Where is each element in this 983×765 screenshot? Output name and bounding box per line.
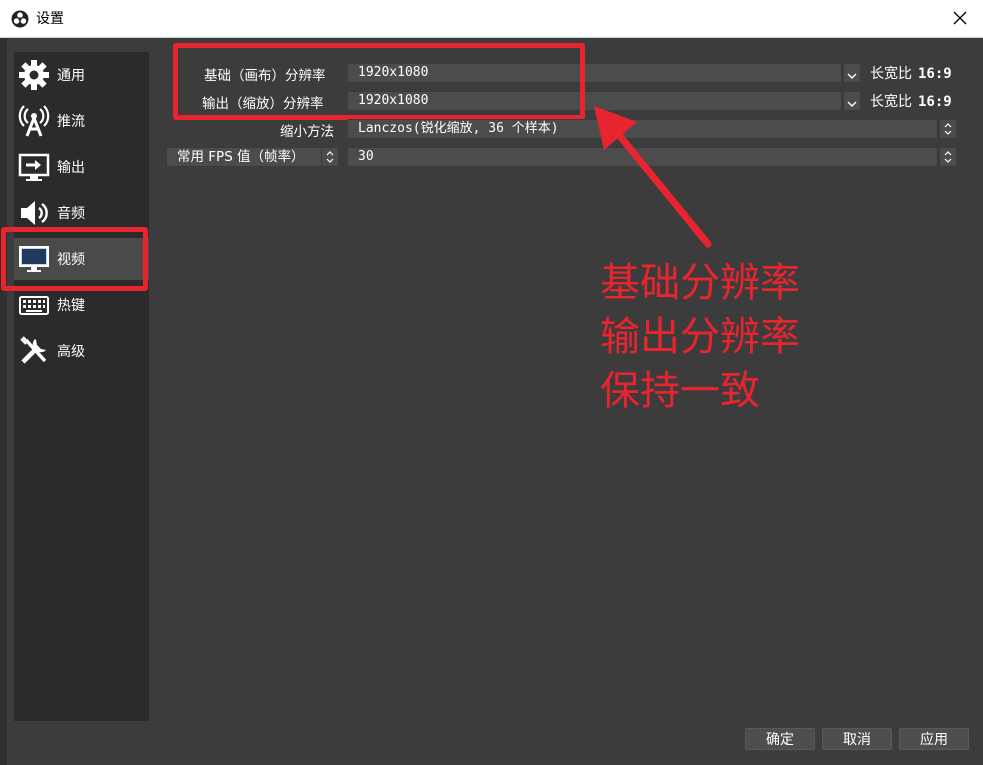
annotation-arrow	[594, 106, 712, 248]
base-aspect-ratio: 长宽比 16:9	[870, 66, 952, 82]
base-resolution-input[interactable]: 1920x1080	[347, 63, 842, 83]
chevron-updown-icon	[944, 120, 952, 139]
cancel-button[interactable]: 取消	[822, 728, 892, 750]
sidebar-item-stream[interactable]: 推流	[14, 100, 149, 142]
keyboard-icon	[17, 288, 51, 322]
close-icon	[953, 10, 967, 29]
annotation-text: 基础分辨率 输出分辨率 保持一致	[600, 256, 800, 418]
sidebar-item-audio[interactable]: 音频	[14, 192, 149, 234]
title-bar: 设置	[0, 0, 983, 38]
sidebar-item-output[interactable]: 输出	[14, 146, 149, 188]
output-icon	[17, 150, 51, 184]
annotation-line: 保持一致	[600, 368, 760, 414]
downscale-filter-label: 缩小方法	[280, 124, 334, 140]
apply-button[interactable]: 应用	[899, 728, 969, 750]
gear-icon	[17, 58, 51, 92]
close-button[interactable]	[937, 0, 983, 38]
window-title: 设置	[36, 11, 64, 27]
chevron-down-icon	[847, 64, 857, 83]
sidebar-item-video[interactable]: 视频	[14, 238, 149, 280]
sidebar-item-hotkeys[interactable]: 热键	[14, 284, 149, 326]
sidebar-item-label: 输出	[57, 160, 85, 176]
sidebar-item-label: 高级	[57, 344, 85, 360]
sidebar-item-advanced[interactable]: 高级	[14, 330, 149, 372]
window-left-edge	[0, 38, 7, 765]
obs-logo-icon	[11, 10, 29, 28]
sidebar-item-label: 热键	[57, 298, 85, 314]
fps-type-select[interactable]: 常用 FPS 值（帧率）	[166, 147, 339, 167]
base-resolution-label: 基础（画布）分辨率	[204, 68, 326, 84]
base-aspect-value: 16:9	[918, 66, 952, 82]
sidebar-item-label: 通用	[57, 68, 85, 84]
fps-type-spinner[interactable]	[321, 147, 339, 167]
output-resolution-label: 输出（缩放）分辨率	[202, 96, 324, 112]
output-aspect-value: 16:9	[918, 94, 952, 110]
monitor-icon	[17, 242, 51, 276]
fps-type-label: 常用 FPS 值（帧率）	[177, 149, 305, 165]
ok-button[interactable]: 确定	[745, 728, 815, 750]
annotation-line: 基础分辨率	[600, 260, 800, 306]
broadcast-icon	[17, 104, 51, 138]
chevron-updown-icon	[944, 148, 952, 167]
tools-icon	[17, 334, 51, 368]
downscale-filter-spinner[interactable]	[939, 119, 957, 139]
sidebar-item-label: 音频	[57, 206, 85, 222]
sidebar-item-label: 推流	[57, 114, 85, 130]
chevron-down-icon	[847, 92, 857, 111]
output-resolution-dropdown[interactable]	[843, 91, 861, 111]
annotation-line: 输出分辨率	[600, 314, 800, 360]
sidebar-item-label: 视频	[57, 252, 85, 268]
output-aspect-ratio: 长宽比 16:9	[870, 94, 952, 110]
chevron-updown-icon	[326, 148, 334, 167]
sidebar-item-general[interactable]: 通用	[14, 54, 149, 96]
settings-sidebar: 通用 推流 输出 音频 视频 热键 高级	[14, 52, 149, 721]
base-resolution-dropdown[interactable]	[843, 63, 861, 83]
speaker-icon	[17, 196, 51, 230]
fps-value-spinner[interactable]	[939, 147, 957, 167]
